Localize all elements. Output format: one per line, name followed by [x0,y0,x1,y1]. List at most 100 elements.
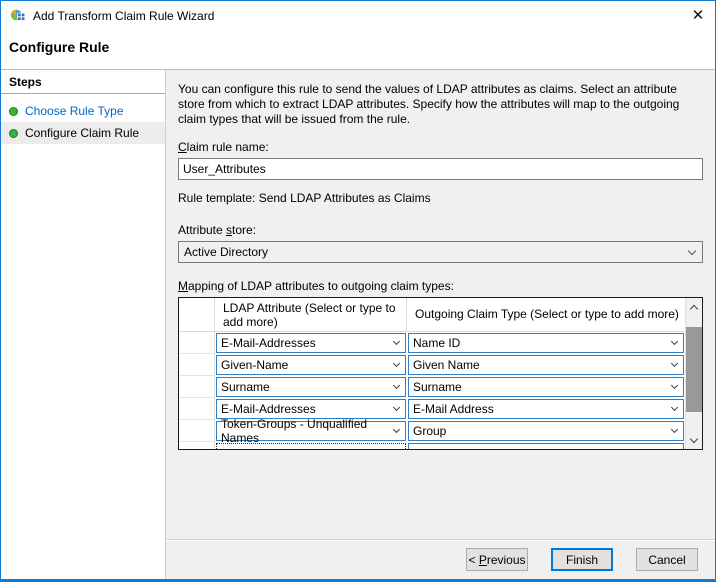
table-scrollbar[interactable] [685,298,702,449]
combo-value: Surname [413,380,462,394]
combo-value: Surname [221,380,270,394]
scrollbar-thumb[interactable] [686,327,702,412]
sidebar-item-configure-claim-rule[interactable]: Configure Claim Rule [1,122,165,144]
step-label: Choose Rule Type [25,104,124,118]
chevron-down-icon [393,338,400,345]
chevron-down-icon [671,426,678,433]
wizard-window: Add Transform Claim Rule Wizard ✕ Config… [0,0,716,582]
step-dot-icon [9,129,18,138]
button-row: < Previous Finish Cancel [166,541,715,571]
steps-list: Choose Rule Type Configure Claim Rule [1,94,165,144]
attribute-store-value: Active Directory [184,245,268,259]
combo-value: Token-Groups - Unqualified Names [221,417,394,445]
mapping-table-main: LDAP Attribute (Select or type to add mo… [179,298,685,449]
combo-value: E-Mail Address [413,402,494,416]
ldap-attribute-combo[interactable]: Given-Name [216,355,406,375]
label-text: apping of LDAP attributes to outgoing cl… [188,279,454,293]
ldap-attribute-combo[interactable]: Surname [216,377,406,397]
sidebar-item-choose-rule-type[interactable]: Choose Rule Type [1,100,165,122]
footer: < Previous Finish Cancel [166,539,715,579]
table-row: E-Mail-Addresses Name ID [179,332,685,354]
chevron-up-icon [690,304,698,312]
label-text: < [468,553,478,567]
outgoing-claim-combo[interactable]: Surname [408,377,684,397]
mnemonic: C [178,140,187,154]
scrollbar-down-button[interactable] [686,432,702,449]
row-selector-cell[interactable] [179,354,215,376]
row-selector-cell[interactable] [179,398,215,420]
combo-value: Group [413,424,446,438]
ldap-attribute-combo[interactable]: E-Mail-Addresses [216,333,406,353]
mnemonic: M [178,279,188,293]
chevron-down-icon [393,382,400,389]
chevron-down-icon [671,382,678,389]
outgoing-claim-combo[interactable]: Given Name [408,355,684,375]
combo-value: E-Mail-Addresses [221,336,316,350]
ldap-attribute-combo[interactable]: E-Mail-Addresses [216,399,406,419]
table-row: Given-Name Given Name [179,354,685,376]
chevron-down-icon [671,338,678,345]
ldap-attribute-column-header: LDAP Attribute (Select or type to add mo… [215,298,407,331]
attribute-store-select[interactable]: Active Directory [178,241,703,263]
close-icon: ✕ [692,8,705,23]
label-text: Cancel [648,553,685,567]
table-row: Surname Surname [179,376,685,398]
outgoing-claim-combo[interactable]: E-Mail Address [408,399,684,419]
wizard-body: Steps Choose Rule Type Configure Claim R… [1,69,715,579]
label-text: Attribute [178,223,226,237]
label-text: Finish [566,553,598,567]
scrollbar-track[interactable] [686,315,702,432]
outgoing-claim-combo[interactable]: Group [408,421,684,441]
chevron-down-icon [688,246,696,254]
combo-value: E-Mail-Addresses [221,402,316,416]
chevron-down-icon [690,435,698,443]
row-selector-cell[interactable] [179,420,215,442]
chevron-down-icon [393,426,400,433]
adfs-wizard-icon [10,8,26,24]
table-row: Token-Groups - Unqualified Names Group [179,420,685,442]
window-title: Add Transform Claim Rule Wizard [33,9,214,23]
row-selector-cell[interactable] [179,442,215,449]
chevron-down-icon [671,404,678,411]
step-dot-icon [9,107,18,116]
mapping-table: LDAP Attribute (Select or type to add mo… [178,297,703,450]
claim-rule-name-label: Claim rule name: [178,140,703,154]
steps-sidebar: Steps Choose Rule Type Configure Claim R… [1,70,166,579]
outgoing-claim-column-header: Outgoing Claim Type (Select or type to a… [407,298,685,331]
ldap-attribute-combo[interactable] [216,443,406,449]
table-row-empty [179,442,685,449]
scrollbar-up-button[interactable] [686,298,702,315]
finish-button[interactable]: Finish [551,548,613,571]
previous-button[interactable]: < Previous [466,548,528,571]
label-text: tore: [232,223,256,237]
claim-rule-name-input[interactable] [178,158,703,180]
mapping-label: Mapping of LDAP attributes to outgoing c… [178,279,703,293]
combo-value: Given Name [413,358,480,372]
outgoing-claim-combo[interactable] [408,443,684,449]
close-button[interactable]: ✕ [681,1,715,29]
row-selector-cell[interactable] [179,332,215,354]
combo-value: Name ID [413,336,460,350]
intro-text: You can configure this rule to send the … [178,82,703,127]
row-selector-header [179,298,215,331]
content-panel: You can configure this rule to send the … [166,70,715,579]
steps-heading: Steps [1,70,165,94]
page-header: Configure Rule [1,31,715,69]
mnemonic: P [479,553,487,567]
label-text: revious [487,553,526,567]
attribute-store-label: Attribute store: [178,223,703,237]
page-title: Configure Rule [9,39,715,55]
combo-value: Given-Name [221,358,288,372]
chevron-down-icon [393,360,400,367]
outgoing-claim-combo[interactable]: Name ID [408,333,684,353]
rule-template-text: Rule template: Send LDAP Attributes as C… [178,191,703,205]
cancel-button[interactable]: Cancel [636,548,698,571]
title-bar: Add Transform Claim Rule Wizard ✕ [1,1,715,31]
ldap-attribute-combo[interactable]: Token-Groups - Unqualified Names [216,421,406,441]
table-header-row: LDAP Attribute (Select or type to add mo… [179,298,685,332]
step-label: Configure Claim Rule [25,126,139,140]
row-selector-cell[interactable] [179,376,215,398]
chevron-down-icon [393,404,400,411]
label-text: laim rule name: [187,140,269,154]
chevron-down-icon [671,360,678,367]
